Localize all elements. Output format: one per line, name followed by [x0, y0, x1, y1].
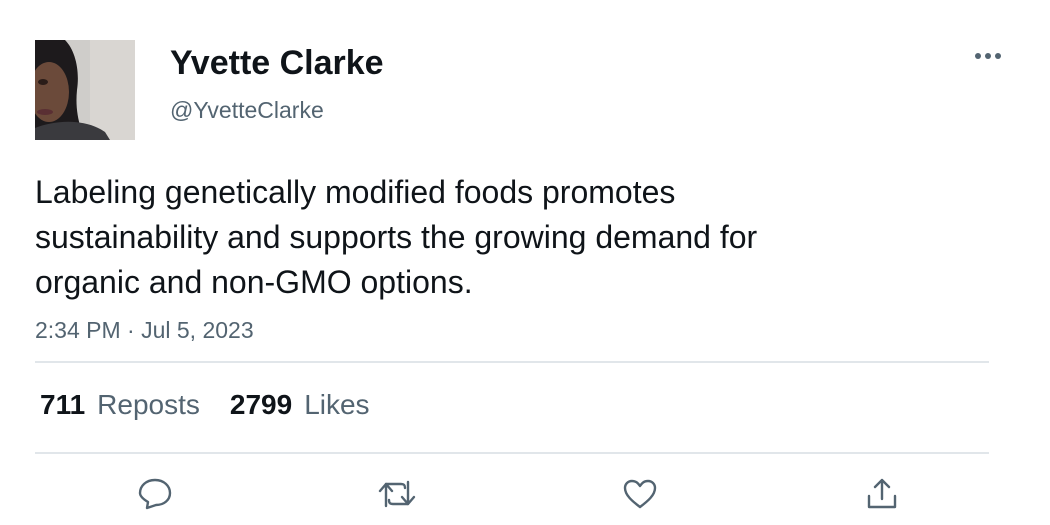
tweet-text: Labeling genetically modified foods prom… [35, 174, 758, 300]
repost-button[interactable] [377, 474, 417, 514]
like-button[interactable] [620, 474, 660, 514]
likes-count: 2799 [229, 389, 293, 420]
divider [35, 361, 989, 363]
likes-stat[interactable]: 2799 Likes [230, 388, 370, 422]
display-name[interactable]: Yvette Clarke [170, 43, 384, 83]
reposts-stat[interactable]: 711 Reposts [40, 388, 200, 422]
divider [35, 452, 989, 454]
repost-icon [378, 480, 416, 508]
share-button[interactable] [862, 474, 902, 514]
avatar-photo [35, 40, 135, 140]
more-options-button[interactable] [968, 40, 1008, 72]
engagement-stats: 711 Reposts 2799 Likes [40, 388, 400, 422]
tweet-timestamp[interactable]: 2:34 PM · Jul 5, 2023 [35, 315, 254, 345]
likes-label: Likes [304, 389, 370, 420]
reply-icon [138, 478, 172, 510]
tweet-card: Yvette Clarke @YvetteClarke Labeling gen… [0, 0, 1050, 525]
more-horizontal-icon [975, 53, 1001, 59]
user-handle[interactable]: @YvetteClarke [170, 96, 324, 124]
reposts-count: 711 [40, 389, 86, 420]
reply-button[interactable] [135, 474, 175, 514]
reposts-label: Reposts [97, 389, 200, 420]
share-icon [867, 478, 897, 509]
avatar[interactable] [35, 40, 135, 140]
heart-icon [623, 479, 657, 509]
